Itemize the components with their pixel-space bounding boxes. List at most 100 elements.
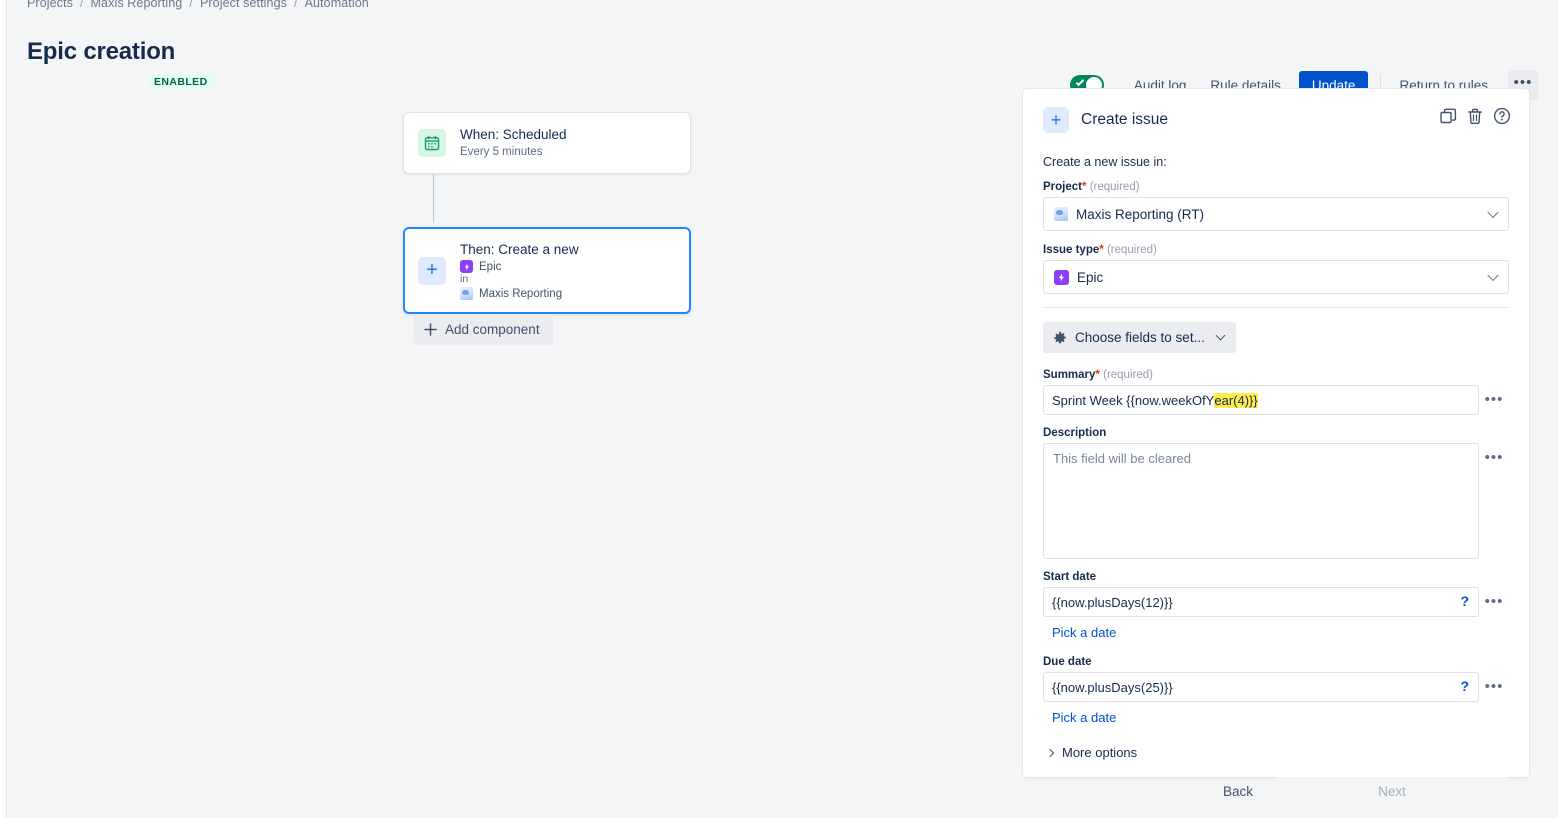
project-avatar bbox=[460, 287, 473, 300]
project-label-text: Project bbox=[1043, 181, 1082, 193]
summary-value-plain: Sprint Week {{now.weekOfY bbox=[1052, 392, 1215, 408]
required-asterisk: * bbox=[1095, 369, 1100, 381]
chevron-down-icon bbox=[1487, 206, 1499, 219]
choose-fields-button[interactable]: Choose fields to set... bbox=[1043, 322, 1236, 353]
issue-type-select-value: Epic bbox=[1054, 269, 1104, 285]
chevron-down-icon bbox=[1215, 330, 1226, 341]
breadcrumb-item-maxis-reporting[interactable]: Maxis Reporting bbox=[91, 0, 183, 10]
start-date-input-wrap: {{now.plusDays(12)}} ? bbox=[1043, 587, 1479, 617]
epic-icon bbox=[460, 260, 473, 273]
description-textarea[interactable]: This field will be cleared bbox=[1043, 443, 1479, 559]
summary-input[interactable]: Sprint Week {{now.weekOfY ear(4)}} bbox=[1043, 385, 1479, 415]
due-date-label-text: Due date bbox=[1043, 656, 1092, 668]
plus-icon bbox=[424, 323, 437, 336]
choose-fields-label: Choose fields to set... bbox=[1075, 330, 1205, 345]
back-button[interactable]: Back bbox=[1209, 776, 1267, 807]
plus-icon: + bbox=[418, 256, 446, 285]
issue-type-select[interactable]: Epic bbox=[1043, 260, 1509, 294]
status-badge: ENABLED bbox=[148, 74, 214, 90]
start-date-help-icon[interactable]: ? bbox=[1460, 593, 1469, 609]
calendar-icon bbox=[418, 129, 446, 157]
summary-label-text: Summary bbox=[1043, 369, 1096, 381]
summary-value-highlighted: ear(4)}} bbox=[1214, 392, 1258, 408]
description-field-label: Description bbox=[1043, 427, 1509, 439]
breadcrumb: Projects / Maxis Reporting / Project setting… bbox=[27, 0, 369, 10]
due-date-help-icon[interactable]: ? bbox=[1460, 678, 1469, 694]
due-date-pick-link[interactable]: Pick a date bbox=[1052, 710, 1116, 725]
start-date-input[interactable]: {{now.plusDays(12)}} bbox=[1043, 587, 1479, 617]
issue-type-select-text: Epic bbox=[1077, 269, 1104, 285]
breadcrumb-item-projects[interactable]: Projects bbox=[27, 0, 73, 10]
trigger-subtitle: Every 5 minutes bbox=[460, 146, 543, 158]
description-more-button[interactable]: ••• bbox=[1479, 443, 1509, 466]
chevron-down-icon bbox=[1487, 269, 1499, 282]
issue-type-field-label: Issue type* (required) bbox=[1043, 244, 1509, 256]
next-button[interactable]: Next bbox=[1275, 776, 1509, 807]
required-asterisk: * bbox=[1099, 244, 1104, 256]
action-project-label: Maxis Reporting bbox=[479, 287, 563, 300]
trigger-node[interactable]: When: Scheduled Every 5 minutes bbox=[403, 112, 691, 174]
rule-canvas: When: Scheduled Every 5 minutes + Then: … bbox=[0, 90, 1010, 790]
summary-field-row: Sprint Week {{now.weekOfY ear(4)}} ••• bbox=[1043, 385, 1509, 415]
panel-title: Create issue bbox=[1081, 111, 1169, 128]
breadcrumb-separator: / bbox=[189, 0, 193, 10]
trash-icon[interactable] bbox=[1467, 108, 1483, 130]
help-icon[interactable] bbox=[1493, 107, 1511, 130]
description-input-wrap: This field will be cleared bbox=[1043, 443, 1479, 559]
due-date-input[interactable]: {{now.plusDays(25)}} bbox=[1043, 672, 1479, 702]
breadcrumb-item-project-settings[interactable]: Project settings bbox=[200, 0, 287, 10]
required-asterisk: * bbox=[1082, 181, 1087, 193]
duplicate-icon[interactable] bbox=[1440, 108, 1457, 130]
trigger-node-body: When: Scheduled Every 5 minutes bbox=[460, 126, 567, 160]
panel-body: Create a new issue in: Project* (require… bbox=[1023, 133, 1529, 807]
breadcrumb-separator: / bbox=[294, 0, 298, 10]
action-issue-type-row: Epic bbox=[460, 260, 579, 273]
breadcrumb-item-automation[interactable]: Automation bbox=[305, 0, 369, 10]
due-date-input-wrap: {{now.plusDays(25)}} ? bbox=[1043, 672, 1479, 702]
project-select-text: Maxis Reporting (RT) bbox=[1076, 206, 1205, 222]
connector-line bbox=[433, 170, 434, 223]
issue-type-label-text: Issue type bbox=[1043, 244, 1100, 256]
due-date-field-label: Due date bbox=[1043, 656, 1509, 668]
required-hint: (required) bbox=[1089, 181, 1140, 193]
required-hint: (required) bbox=[1103, 369, 1153, 381]
add-component-label: Add component bbox=[445, 322, 540, 337]
description-label-text: Description bbox=[1043, 427, 1107, 439]
create-issue-panel: + Create issue Create a new issue in: Pr… bbox=[1022, 88, 1530, 807]
summary-more-button[interactable]: ••• bbox=[1479, 385, 1509, 408]
start-date-field-label: Start date bbox=[1043, 571, 1509, 583]
trigger-title: When: Scheduled bbox=[460, 127, 567, 142]
rule-chain: When: Scheduled Every 5 minutes + Then: … bbox=[403, 112, 703, 335]
due-date-more-button[interactable]: ••• bbox=[1479, 672, 1509, 695]
panel-header-icons bbox=[1440, 107, 1511, 130]
project-field-label: Project* (required) bbox=[1043, 181, 1509, 193]
page-title: Epic creation bbox=[27, 38, 176, 65]
plus-icon: + bbox=[1043, 107, 1069, 133]
gear-icon bbox=[1054, 331, 1066, 343]
summary-input-wrap: Sprint Week {{now.weekOfY ear(4)}} bbox=[1043, 385, 1479, 415]
page-header: Epic creation ENABLED Audit log Rule det… bbox=[0, 28, 1558, 100]
start-date-pick-link[interactable]: Pick a date bbox=[1052, 625, 1116, 640]
more-options-label: More options bbox=[1062, 745, 1138, 760]
panel-footer: Back Next bbox=[1043, 776, 1509, 807]
due-date-field-row: {{now.plusDays(25)}} ? ••• bbox=[1043, 672, 1509, 702]
action-issue-type-label: Epic bbox=[479, 260, 502, 273]
chevron-right-icon bbox=[1045, 748, 1055, 757]
action-in-word: in bbox=[460, 273, 469, 285]
action-node-create-issue[interactable]: + Then: Create a new Epic in Maxis Repor… bbox=[403, 227, 691, 314]
divider bbox=[1043, 307, 1509, 308]
required-hint: (required) bbox=[1106, 244, 1157, 256]
action-node-body: Then: Create a new Epic in Maxis Reporti… bbox=[460, 241, 579, 300]
more-options-toggle[interactable]: More options bbox=[1045, 745, 1509, 760]
panel-intro-text: Create a new issue in: bbox=[1043, 155, 1167, 169]
check-icon bbox=[1075, 77, 1085, 87]
project-avatar bbox=[1054, 207, 1068, 221]
start-date-more-button[interactable]: ••• bbox=[1479, 587, 1509, 610]
project-select-value: Maxis Reporting (RT) bbox=[1054, 207, 1204, 222]
epic-icon bbox=[1054, 269, 1069, 285]
add-component-button[interactable]: Add component bbox=[414, 314, 553, 345]
description-field-row: This field will be cleared ••• bbox=[1043, 443, 1509, 559]
summary-field-label: Summary* (required) bbox=[1043, 369, 1509, 381]
project-select[interactable]: Maxis Reporting (RT) bbox=[1043, 197, 1509, 231]
action-title: Then: Create a new bbox=[460, 242, 579, 257]
